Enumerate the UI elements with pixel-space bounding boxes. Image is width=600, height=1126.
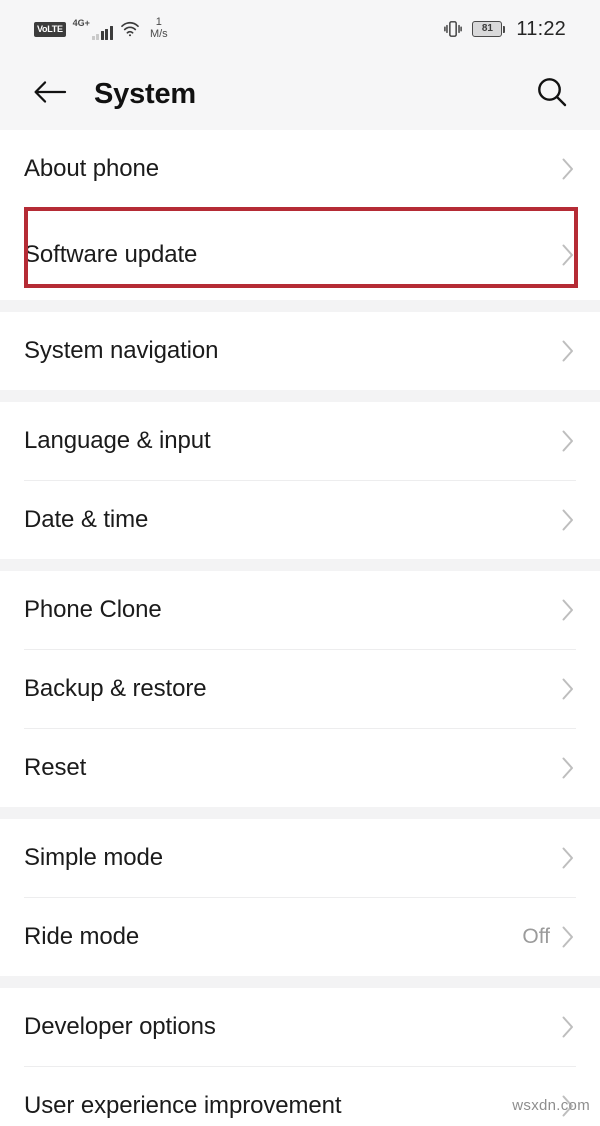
- list-item-trailing: [560, 845, 576, 871]
- list-item-backup-restore[interactable]: Backup & restore: [0, 650, 600, 728]
- list-item-label: User experience improvement: [24, 1092, 342, 1119]
- list-item-ride-mode[interactable]: Ride mode Off: [0, 898, 600, 976]
- status-bar-left: VoLTE 4G+ 1 M/s: [34, 17, 168, 40]
- settings-group: Developer options User experience improve…: [0, 988, 600, 1126]
- settings-group: About phone Software update: [0, 130, 600, 300]
- section-separator: [0, 976, 600, 988]
- chevron-right-icon: [560, 156, 576, 182]
- list-item-language-input[interactable]: Language & input: [0, 402, 600, 480]
- list-item-label: Ride mode: [24, 923, 140, 950]
- app-header: System: [0, 58, 600, 130]
- list-item-label: Reset: [24, 754, 87, 781]
- list-item-label: System navigation: [24, 337, 219, 364]
- list-item-about-phone[interactable]: About phone: [0, 130, 600, 208]
- watermark: wsxdn.com: [512, 1097, 590, 1114]
- vibrate-icon: [444, 19, 463, 39]
- list-item-phone-clone[interactable]: Phone Clone: [0, 571, 600, 649]
- list-item-system-navigation[interactable]: System navigation: [0, 312, 600, 390]
- chevron-right-icon: [560, 755, 576, 781]
- settings-group: Language & input Date & time: [0, 402, 600, 559]
- chevron-right-icon: [560, 242, 576, 268]
- section-separator: [0, 300, 600, 312]
- list-item-trailing: [560, 755, 576, 781]
- list-item-trailing: [560, 338, 576, 364]
- battery-icon: 81: [472, 21, 506, 37]
- list-item-simple-mode[interactable]: Simple mode: [0, 819, 600, 897]
- settings-group: System navigation: [0, 312, 600, 390]
- section-separator: [0, 559, 600, 571]
- back-button[interactable]: [28, 72, 72, 116]
- settings-group: Simple mode Ride mode Off: [0, 819, 600, 976]
- search-button[interactable]: [530, 72, 574, 116]
- chevron-right-icon: [560, 428, 576, 454]
- signal-strength-bars: [91, 26, 113, 40]
- list-item-label: About phone: [24, 155, 160, 182]
- list-item-user-experience-improvement[interactable]: User experience improvement: [0, 1067, 600, 1126]
- section-separator: [0, 807, 600, 819]
- page-title: System: [94, 77, 196, 110]
- list-item-value: Off: [522, 925, 550, 948]
- status-bar-clock: 11:22: [516, 17, 566, 40]
- wifi-icon: [120, 21, 140, 37]
- settings-list: About phone Software update System navigat…: [0, 130, 600, 1126]
- list-item-trailing: [560, 597, 576, 623]
- list-item-trailing: [560, 428, 576, 454]
- list-item-label: Phone Clone: [24, 596, 162, 623]
- chevron-right-icon: [560, 845, 576, 871]
- list-item-label: Language & input: [24, 427, 211, 454]
- list-item-trailing: Off: [522, 924, 576, 950]
- settings-system-screen: VoLTE 4G+ 1 M/s 81 11:22 System About ph…: [0, 0, 600, 1126]
- list-item-trailing: [560, 242, 576, 268]
- volte-badge-icon: VoLTE: [34, 21, 66, 37]
- chevron-right-icon: [560, 338, 576, 364]
- list-item-date-time[interactable]: Date & time: [0, 481, 600, 559]
- list-item-trailing: [560, 507, 576, 533]
- list-item-label: Software update: [24, 240, 198, 268]
- list-item-software-update[interactable]: Software update: [0, 209, 600, 300]
- list-item-label: Backup & restore: [24, 675, 207, 702]
- chevron-right-icon: [560, 676, 576, 702]
- list-item-trailing: [560, 676, 576, 702]
- list-item-reset[interactable]: Reset: [0, 729, 600, 807]
- network-speed-indicator: 1 M/s: [149, 16, 168, 40]
- settings-group: Phone Clone Backup & restore Reset: [0, 571, 600, 807]
- section-separator: [0, 390, 600, 402]
- list-item-developer-options[interactable]: Developer options: [0, 988, 600, 1066]
- list-item-label: Simple mode: [24, 844, 163, 871]
- list-item-trailing: [560, 156, 576, 182]
- chevron-right-icon: [560, 1014, 576, 1040]
- search-icon: [535, 75, 569, 114]
- chevron-right-icon: [560, 924, 576, 950]
- list-item-label: Date & time: [24, 506, 149, 533]
- chevron-right-icon: [560, 507, 576, 533]
- status-bar-right: 81 11:22: [444, 18, 584, 41]
- status-bar: VoLTE 4G+ 1 M/s 81 11:22: [0, 0, 600, 58]
- list-item-trailing: [560, 1014, 576, 1040]
- back-arrow-icon: [33, 79, 67, 110]
- chevron-right-icon: [560, 597, 576, 623]
- signal-bars-icon: 4G+: [73, 18, 113, 40]
- list-item-label: Developer options: [24, 1013, 216, 1040]
